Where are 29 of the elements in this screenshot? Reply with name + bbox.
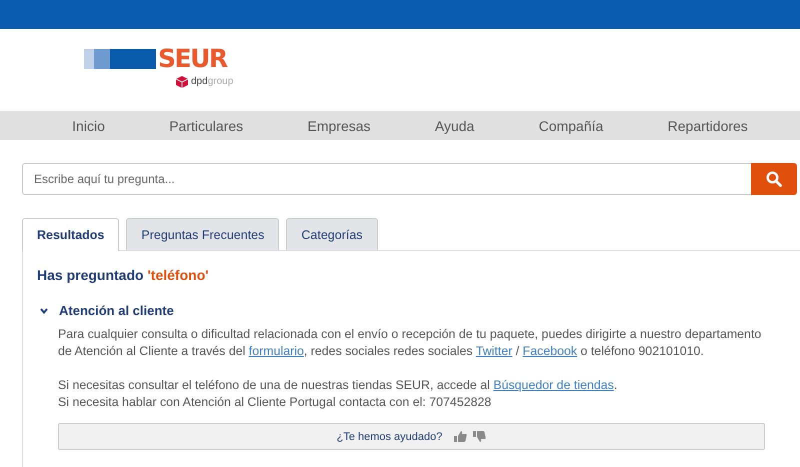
tab[interactable]: Resultados	[22, 218, 120, 251]
group-logo-text: dpdgroup	[191, 76, 234, 87]
logo-stripes-icon	[84, 48, 156, 68]
answer-text: Si necesita hablar con Atención al Cliente Portugal contacta con el: 707452828	[58, 394, 492, 411]
text-link[interactable]: Facebook	[522, 344, 578, 358]
nav-link[interactable]: Empresas	[308, 118, 371, 134]
chevron-down-icon[interactable]	[39, 306, 49, 316]
answer-text: Para cualquier consulta o dificultad relacionada con el envío o recepción de tu paquete, puedes dirigirte a nuestro departamento de Atención al Cliente a través del formulario, redes sociales redes sociales Twitter / Facebook o teléfono 902101010.	[58, 326, 762, 360]
feedback-question: ¿Te hemos ayudado?	[336, 430, 442, 442]
cube-icon	[176, 76, 188, 88]
text-link[interactable]: Búsquedor de tiendas	[493, 378, 614, 392]
nav-link[interactable]: Repartidores	[668, 118, 748, 134]
text-link[interactable]: Twitter	[476, 344, 512, 358]
answer-text: Si necesitas consultar el teléfono de una de nuestras tiendas SEUR, accede al Búsquedor de tiendas.	[58, 377, 618, 394]
nav-link[interactable]: Ayuda	[434, 118, 474, 134]
search-field[interactable]: Escribe aquí tu pregunta...	[22, 163, 751, 195]
search-icon	[766, 171, 782, 187]
search-button[interactable]	[751, 163, 797, 195]
nav-link[interactable]: Compañía	[538, 118, 604, 134]
thumbs-up-icon[interactable]	[454, 430, 468, 443]
thumbs-down-icon[interactable]	[473, 430, 486, 443]
nav-link[interactable]: Particulares	[169, 118, 244, 134]
brand-logo: SEUR	[158, 48, 227, 68]
tab[interactable]: Categorías	[286, 218, 378, 250]
answer-title[interactable]: Atención al cliente	[59, 303, 174, 318]
text-link[interactable]: formulario	[248, 344, 304, 358]
query-heading: Has preguntado 'teléfono'	[37, 267, 210, 283]
tab[interactable]: Preguntas Frecuentes	[126, 218, 280, 250]
nav-link[interactable]: Inicio	[72, 118, 105, 134]
